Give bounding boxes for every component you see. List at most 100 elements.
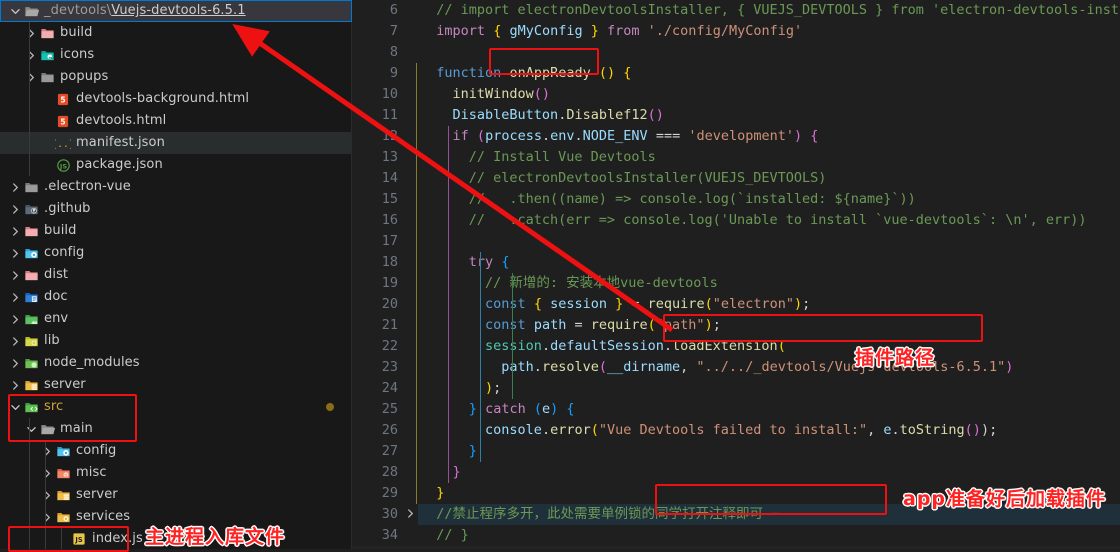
svg-text:{..}: {..} — [55, 139, 71, 150]
code-line[interactable]: 25 } catch (e) { — [352, 399, 1120, 420]
chevron-down-icon[interactable] — [8, 403, 22, 412]
chevron-right-icon[interactable] — [40, 512, 54, 522]
line-number: 25 — [381, 401, 398, 417]
tree-item-services[interactable]: services — [0, 506, 352, 528]
chevron-right-icon[interactable] — [40, 490, 54, 500]
code-line[interactable]: 8 — [352, 42, 1120, 63]
chevron-right-icon[interactable] — [8, 336, 22, 346]
code-line[interactable]: 29 } — [352, 483, 1120, 504]
tree-item-main[interactable]: main — [0, 418, 352, 440]
tree-item-label: dist — [44, 267, 69, 282]
code-line[interactable]: 34 // } — [352, 525, 1120, 546]
tree-item-.electron-vue[interactable]: .electron-vue — [0, 176, 352, 198]
tree-item-index.js[interactable]: JS index.js — [0, 528, 352, 549]
fold-chevron-right-icon[interactable] — [402, 504, 418, 525]
tree-item-package.json[interactable]: JS package.json — [0, 154, 352, 176]
code-line[interactable]: 14 // electronDevtoolsInstaller(VUEJS_DE… — [352, 168, 1120, 189]
code-line[interactable]: 20 const { session } = require("electron… — [352, 294, 1120, 315]
tree-item-devtools.html[interactable]: 5 devtools.html — [0, 110, 352, 132]
code-line[interactable]: 7 import { gMyConfig } from './config/My… — [352, 21, 1120, 42]
code-line[interactable]: 6 // import electronDevtoolsInstaller, {… — [352, 0, 1120, 21]
code-line[interactable]: 21 const path = require("path"); — [352, 315, 1120, 336]
code-line[interactable]: 15 // .then((name) => console.log(`insta… — [352, 189, 1120, 210]
code-line[interactable]: 19 // 新增的: 安装本地vue-devtools — [352, 273, 1120, 294]
folder-dist-icon — [22, 268, 40, 283]
tree-item-label: devtools-background.html — [76, 91, 250, 106]
tree-item-_devtools-vuejs-devtools-6.5.1[interactable]: _devtools\Vuejs-devtools-6.5.1 — [0, 0, 352, 22]
chevron-right-icon[interactable] — [8, 248, 22, 258]
tree-item-manifest.json[interactable]: {..} manifest.json — [0, 132, 352, 154]
tree-item-build[interactable]: build — [0, 22, 352, 44]
file-explorer-sidebar[interactable]: _devtools\Vuejs-devtools-6.5.1build icons… — [0, 0, 352, 549]
chevron-down-icon[interactable] — [24, 425, 38, 434]
chevron-right-icon[interactable] — [40, 468, 54, 478]
chevron-right-icon[interactable] — [8, 226, 22, 236]
tree-item-doc[interactable]: doc — [0, 286, 352, 308]
chevron-right-icon[interactable] — [8, 270, 22, 280]
js-file-icon: JS — [70, 532, 88, 546]
tree-item-devtools-background.html[interactable]: 5 devtools-background.html — [0, 88, 352, 110]
chevron-right-icon[interactable] — [8, 204, 22, 214]
code-line[interactable]: 22 session.defaultSession.loadExtension( — [352, 336, 1120, 357]
chevron-right-icon[interactable] — [24, 50, 38, 60]
tree-item-icons[interactable]: icons — [0, 44, 352, 66]
tree-indent-guide — [45, 440, 46, 549]
code-line[interactable]: 23 path.resolve(__dirname, "../../_devto… — [352, 357, 1120, 378]
tree-item-label: config — [76, 443, 117, 458]
tree-item-config[interactable]: config — [0, 440, 352, 462]
tree-item-src[interactable]: src — [0, 396, 352, 418]
code-editor[interactable]: 6 // import electronDevtoolsInstaller, {… — [352, 0, 1120, 549]
line-number: 23 — [381, 359, 398, 375]
tree-item-label: _devtools\Vuejs-devtools-6.5.1 — [44, 3, 246, 18]
tree-item-label: popups — [60, 69, 109, 84]
line-number: 12 — [381, 128, 398, 144]
tree-item-label: server — [44, 377, 86, 392]
tree-item-build[interactable]: build — [0, 220, 352, 242]
chevron-right-icon[interactable] — [40, 446, 54, 456]
code-line[interactable]: 26 console.error("Vue Devtools failed to… — [352, 420, 1120, 441]
tree-item-label: icons — [60, 47, 95, 62]
code-content[interactable]: 6 // import electronDevtoolsInstaller, {… — [352, 0, 1120, 549]
tree-item-config[interactable]: config — [0, 242, 352, 264]
folder-src-icon — [22, 400, 40, 415]
code-line[interactable]: 17 — [352, 231, 1120, 252]
chevron-right-icon[interactable] — [8, 358, 22, 368]
code-line[interactable]: 18 try { — [352, 252, 1120, 273]
tree-indent-guide — [29, 418, 30, 549]
folder-config-icon — [22, 246, 40, 261]
folder-github-icon — [22, 202, 40, 217]
code-line[interactable]: 10 initWindow() — [352, 84, 1120, 105]
line-number: 19 — [381, 275, 398, 291]
code-line[interactable]: 30 //禁止程序多开，此处需要单例锁的同学打开注释即可 ⋯ — [352, 504, 1120, 525]
folder-config-icon — [54, 444, 72, 459]
tree-item-lib[interactable]: lib — [0, 330, 352, 352]
code-text: ); — [485, 380, 502, 396]
code-line[interactable]: 27 } — [352, 441, 1120, 462]
code-line[interactable]: 11 DisableButton.Disablef12() — [352, 105, 1120, 126]
tree-item-.github[interactable]: .github — [0, 198, 352, 220]
code-line[interactable]: 16 // .catch(err => console.log('Unable … — [352, 210, 1120, 231]
tree-item-env[interactable]: env — [0, 308, 352, 330]
tree-item-popups[interactable]: popups — [0, 66, 352, 88]
chevron-right-icon[interactable] — [8, 314, 22, 324]
tree-item-server[interactable]: server — [0, 374, 352, 396]
tree-item-server[interactable]: server — [0, 484, 352, 506]
tree-item-dist[interactable]: dist — [0, 264, 352, 286]
code-line[interactable]: 9 function onAppReady () { — [352, 63, 1120, 84]
chevron-right-icon[interactable] — [8, 380, 22, 390]
fold-gutter-spacer — [402, 525, 418, 546]
code-line[interactable]: 13 // Install Vue Devtools — [352, 147, 1120, 168]
chevron-right-icon[interactable] — [8, 182, 22, 192]
chevron-down-icon[interactable] — [8, 7, 22, 16]
file-tree[interactable]: _devtools\Vuejs-devtools-6.5.1build icons… — [0, 0, 352, 549]
chevron-right-icon[interactable] — [8, 292, 22, 302]
code-line[interactable]: 28 } — [352, 462, 1120, 483]
tree-item-misc[interactable]: misc — [0, 462, 352, 484]
code-line[interactable]: 12 if (process.env.NODE_ENV === 'develop… — [352, 126, 1120, 147]
chevron-right-icon[interactable] — [24, 72, 38, 82]
code-line[interactable]: 24 ); — [352, 378, 1120, 399]
svg-text:JS: JS — [74, 536, 82, 544]
chevron-right-icon[interactable] — [24, 28, 38, 38]
tree-item-label: build — [60, 25, 93, 40]
tree-item-node_modules[interactable]: node_modules — [0, 352, 352, 374]
